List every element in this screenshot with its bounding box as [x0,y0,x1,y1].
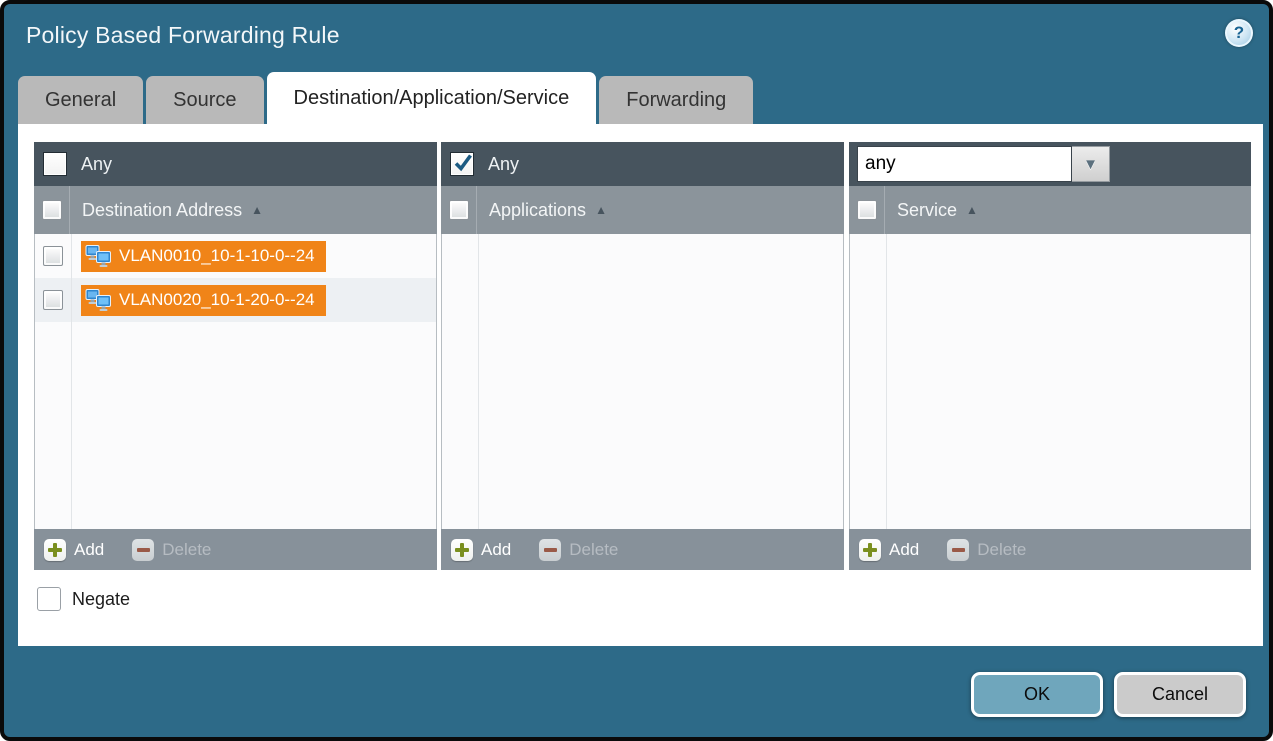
service-select-all-checkbox[interactable] [857,200,877,220]
destination-toolbar: Add Delete [34,529,437,570]
add-plus-icon [451,539,473,561]
tab-label: Destination/Application/Service [294,87,570,110]
tab-label: General [45,89,116,112]
destination-select-all-checkbox[interactable] [42,200,62,220]
sort-asc-icon: ▲ [966,203,978,217]
delete-minus-icon [947,539,969,561]
service-header-row: Service ▲ [849,186,1251,234]
destination-any-checkbox[interactable] [43,152,67,176]
applications-add-button[interactable]: Add [451,539,511,561]
help-icon[interactable]: ? [1225,19,1253,47]
service-any-bar: any ▼ [849,142,1251,186]
destination-delete-button[interactable]: Delete [132,539,211,561]
chevron-down-icon: ▼ [1083,156,1098,173]
negate-checkbox[interactable] [37,587,61,611]
destination-address-item[interactable]: VLAN0020_10-1-20-0--24 [81,285,326,316]
applications-any-label: Any [488,154,519,175]
add-plus-icon [44,539,66,561]
network-address-icon [85,244,112,268]
service-column-header[interactable]: Service ▲ [885,186,978,234]
service-list [849,234,1251,529]
ok-button[interactable]: OK [971,672,1103,717]
negate-label: Negate [72,589,130,610]
applications-column-header[interactable]: Applications ▲ [477,186,607,234]
applications-any-bar: Any [441,142,844,186]
tab-label: Source [173,89,236,112]
destination-any-label: Any [81,154,112,175]
tab-source[interactable]: Source [146,76,263,124]
service-add-button[interactable]: Add [859,539,919,561]
tab-label: Forwarding [626,89,726,112]
service-toolbar: Add Delete [849,529,1251,570]
pbf-rule-dialog: Policy Based Forwarding Rule ? General S… [0,0,1273,741]
service-column: any ▼ Service ▲ Add [849,142,1251,570]
sort-asc-icon: ▲ [595,203,607,217]
add-plus-icon [859,539,881,561]
sort-asc-icon: ▲ [251,203,263,217]
destination-list: VLAN0010_10-1-10-0--24 [34,234,437,529]
network-address-icon [85,288,112,312]
applications-header-row: Applications ▲ [441,186,844,234]
row-checkbox[interactable] [43,246,63,266]
destination-address-item[interactable]: VLAN0010_10-1-10-0--24 [81,241,326,272]
tab-bar: General Source Destination/Application/S… [18,72,756,124]
applications-select-all-checkbox[interactable] [449,200,469,220]
service-dropdown-value[interactable]: any [857,146,1072,182]
tab-destination-application-service[interactable]: Destination/Application/Service [267,72,597,124]
tab-forwarding[interactable]: Forwarding [599,76,753,124]
service-delete-button[interactable]: Delete [947,539,1026,561]
applications-toolbar: Add Delete [441,529,844,570]
destination-add-button[interactable]: Add [44,539,104,561]
tab-content-panel: Any Destination Address ▲ [18,124,1263,646]
tab-general[interactable]: General [18,76,143,124]
applications-any-checkbox[interactable] [450,152,474,176]
applications-delete-button[interactable]: Delete [539,539,618,561]
delete-minus-icon [539,539,561,561]
destination-header-row: Destination Address ▲ [34,186,437,234]
destination-column: Any Destination Address ▲ [34,142,437,570]
destination-any-bar: Any [34,142,437,186]
destination-list-item: VLAN0020_10-1-20-0--24 [35,278,436,322]
destination-list-item: VLAN0010_10-1-10-0--24 [35,234,436,278]
applications-column: Any Applications ▲ Add Delete [441,142,844,570]
checkmark-icon [452,152,474,174]
dialog-title: Policy Based Forwarding Rule [26,22,340,49]
destination-column-header[interactable]: Destination Address ▲ [70,186,263,234]
service-dropdown: any ▼ [857,146,1110,182]
cancel-button[interactable]: Cancel [1114,672,1246,717]
service-dropdown-button[interactable]: ▼ [1072,146,1110,182]
row-checkbox[interactable] [43,290,63,310]
delete-minus-icon [132,539,154,561]
applications-list [441,234,844,529]
